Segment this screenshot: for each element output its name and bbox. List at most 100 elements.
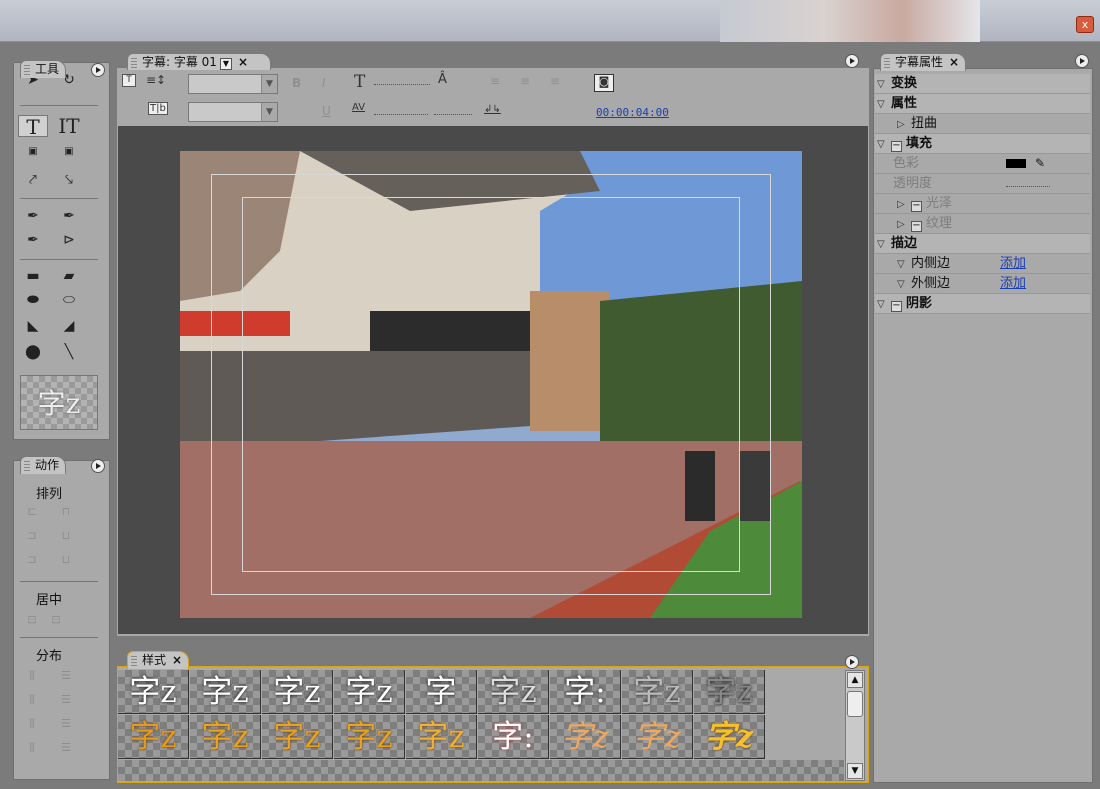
prop-inner-stroke[interactable]: ▽ 内侧边 添加 <box>875 254 1090 274</box>
vertical-area-type-tool-icon[interactable]: ▣ <box>54 141 84 163</box>
area-type-tool-icon[interactable]: ▣ <box>18 141 48 163</box>
style-swatch[interactable]: 字: <box>478 715 549 759</box>
arc-tool-icon[interactable]: ◢ <box>54 315 84 337</box>
scroll-thumb[interactable] <box>847 691 863 717</box>
rounded-rectangle-tool-icon[interactable]: ▰ <box>54 265 84 287</box>
align-center-v-icon[interactable]: ⊔ <box>54 529 78 545</box>
align-bottom-icon[interactable]: ⊔ <box>54 553 78 569</box>
roll-crawl-icon[interactable]: ≡↕ <box>146 73 166 87</box>
font-size-icon[interactable]: T <box>354 72 365 92</box>
align-right-text-icon[interactable]: ≡ <box>550 74 560 88</box>
type-tool-button[interactable]: T <box>18 115 48 138</box>
scroll-down-icon[interactable]: ▼ <box>847 763 863 779</box>
prop-sheen[interactable]: ▷ − 光泽 <box>875 194 1090 214</box>
distribute-center-h-icon[interactable]: ⫼ <box>20 693 44 709</box>
style-swatch[interactable]: 字z <box>622 715 693 759</box>
eyedropper-icon[interactable]: ✎ <box>1035 154 1045 173</box>
tab-title-editor[interactable]: 字幕: 字幕 01 ▼ × <box>127 53 272 71</box>
style-swatch[interactable]: 字z <box>406 715 477 759</box>
kerning-icon[interactable]: AV <box>352 102 365 113</box>
align-right-icon[interactable]: ⊐ <box>20 553 44 569</box>
style-swatch[interactable]: 字: <box>550 670 621 714</box>
add-inner-stroke-link[interactable]: 添加 <box>1000 254 1026 273</box>
enable-checkbox-icon[interactable]: − <box>891 141 902 152</box>
bold-icon[interactable]: B <box>292 76 301 90</box>
center-horizontal-icon[interactable]: ⊡ <box>20 613 44 629</box>
underline-icon[interactable]: U <box>322 104 331 118</box>
templates-icon[interactable]: T|b <box>148 102 168 115</box>
close-tab-icon[interactable]: × <box>238 55 248 69</box>
font-family-select[interactable]: ▼ <box>188 74 278 94</box>
style-swatch[interactable]: 字z <box>190 715 261 759</box>
distribute-left-icon[interactable]: ⫼ <box>20 669 44 685</box>
pen-tool-icon[interactable]: ✒ <box>18 205 48 227</box>
distribute-right-icon[interactable]: ⫼ <box>20 717 44 733</box>
wedge-tool-icon[interactable]: ◣ <box>18 315 48 337</box>
align-center-h-icon[interactable]: ⊐ <box>20 529 44 545</box>
style-swatch[interactable]: 字z <box>262 670 333 714</box>
close-tab-icon[interactable]: × <box>949 55 959 69</box>
font-style-select[interactable]: ▼ <box>188 102 278 122</box>
prop-shadow[interactable]: ▽ − 阴影 <box>875 294 1090 314</box>
scroll-up-icon[interactable]: ▲ <box>847 672 863 688</box>
prop-transform[interactable]: ▽ 变换 <box>875 74 1090 94</box>
background-timecode[interactable]: 00:00:04:00 <box>596 106 669 119</box>
style-swatch[interactable]: 字z <box>118 715 189 759</box>
clipped-rectangle-tool-icon[interactable]: ⬬ <box>18 289 48 311</box>
window-close-button[interactable]: x <box>1076 16 1094 33</box>
tab-tools[interactable]: 工具 <box>20 60 67 78</box>
leading-icon[interactable]: Â <box>438 72 447 87</box>
tab-actions[interactable]: 动作 <box>20 456 67 474</box>
style-swatch[interactable]: 字z <box>334 715 405 759</box>
new-title-icon[interactable]: T <box>122 74 136 87</box>
style-swatch[interactable]: 字z <box>118 670 189 714</box>
kerning-value[interactable] <box>374 114 428 115</box>
align-left-icon[interactable]: ⊏ <box>20 505 44 521</box>
rounded-corner-tool-icon[interactable]: ⬭ <box>54 289 84 311</box>
style-swatch[interactable]: 字z <box>190 670 261 714</box>
style-swatch[interactable]: 字z <box>694 670 765 714</box>
distribute-even-v-icon[interactable]: ☰ <box>54 741 78 757</box>
prop-distort[interactable]: ▷ 扭曲 <box>875 114 1090 134</box>
prop-stroke[interactable]: ▽ 描边 <box>875 234 1090 254</box>
styles-panel-menu-button[interactable] <box>845 655 859 669</box>
actions-panel-menu-button[interactable] <box>91 459 105 473</box>
opacity-value[interactable] <box>1006 186 1050 187</box>
distribute-bottom-icon[interactable]: ☰ <box>54 717 78 733</box>
prop-outer-stroke[interactable]: ▽ 外侧边 添加 <box>875 274 1090 294</box>
style-swatch[interactable]: 字z <box>478 670 549 714</box>
rectangle-tool-icon[interactable]: ▬ <box>18 265 48 287</box>
enable-checkbox-icon[interactable]: − <box>891 301 902 312</box>
style-swatch[interactable]: 字z <box>550 715 621 759</box>
prop-texture[interactable]: ▷ − 纹理 <box>875 214 1090 234</box>
enable-checkbox-icon[interactable]: − <box>911 201 922 212</box>
align-left-text-icon[interactable]: ≡ <box>490 74 500 88</box>
distribute-even-h-icon[interactable]: ⫼ <box>20 741 44 757</box>
prop-properties[interactable]: ▽ 属性 <box>875 94 1090 114</box>
center-vertical-icon[interactable]: ⊡ <box>44 613 68 629</box>
tab-styles[interactable]: 样式 × <box>127 651 190 669</box>
italic-icon[interactable]: I <box>322 76 326 90</box>
prop-fill[interactable]: ▽ − 填充 <box>875 134 1090 154</box>
tracking-value[interactable] <box>434 114 472 115</box>
style-swatch[interactable]: 字z <box>262 715 333 759</box>
vertical-path-type-tool-icon[interactable]: ⤥ <box>54 169 84 191</box>
add-anchor-tool-icon[interactable]: ✒ <box>18 229 48 251</box>
color-swatch[interactable] <box>1006 159 1026 168</box>
editor-panel-menu-button[interactable] <box>845 54 859 68</box>
tab-title-properties[interactable]: 字幕属性 × <box>880 53 967 71</box>
distribute-center-v-icon[interactable]: ☰ <box>54 693 78 709</box>
style-swatch[interactable]: 字z <box>334 670 405 714</box>
style-swatch[interactable]: 字z <box>622 670 693 714</box>
enable-checkbox-icon[interactable]: − <box>911 221 922 232</box>
prop-opacity[interactable]: 透明度 <box>875 174 1090 194</box>
distribute-top-icon[interactable]: ☰ <box>54 669 78 685</box>
ellipse-tool-icon[interactable]: ⬤ <box>18 341 48 363</box>
tools-panel-menu-button[interactable] <box>91 63 105 77</box>
show-background-video-icon[interactable]: ◙ <box>594 74 614 92</box>
add-outer-stroke-link[interactable]: 添加 <box>1000 274 1026 293</box>
style-swatch[interactable]: 字z <box>694 715 765 759</box>
vertical-type-tool-button[interactable]: IT <box>54 115 84 137</box>
styles-scrollbar[interactable]: ▲ ▼ <box>845 670 865 781</box>
title-dropdown-icon[interactable]: ▼ <box>219 58 232 70</box>
